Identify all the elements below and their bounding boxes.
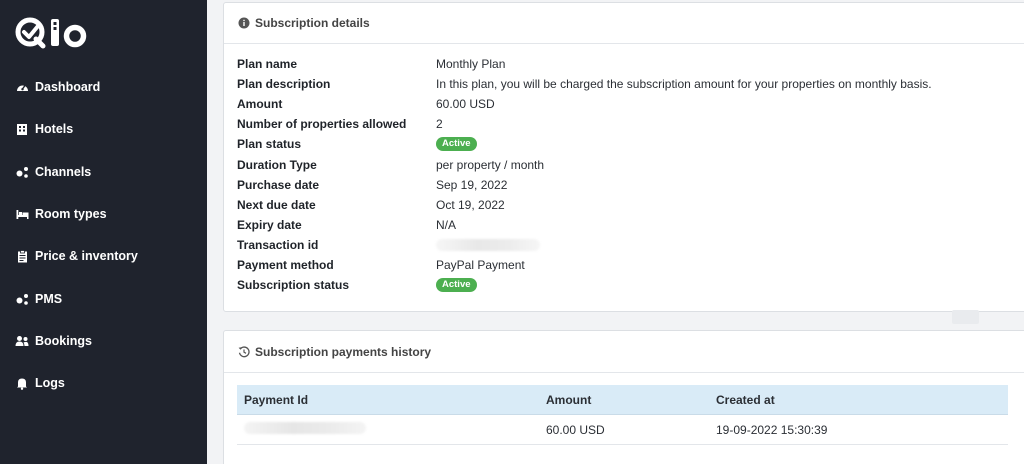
detail-row-payment-method: Payment method PayPal Payment — [237, 255, 1017, 275]
detail-row-transaction-id: Transaction id — [237, 235, 1017, 255]
cell-amount: 60.00 USD — [546, 422, 605, 437]
detail-label: Plan name — [237, 57, 298, 72]
info-icon — [238, 17, 250, 29]
detail-row-properties-allowed: Number of properties allowed 2 — [237, 114, 1017, 134]
detail-row-plan-status: Plan status Active — [237, 134, 1017, 154]
main-content: Subscription details Plan name Monthly P… — [207, 0, 1024, 464]
cell-payment-id — [237, 422, 546, 437]
detail-row-plan-name: Plan name Monthly Plan — [237, 54, 1017, 74]
sidebar-item-price-inventory[interactable]: Price & inventory — [0, 235, 207, 277]
detail-row-expiry-date: Expiry date N/A — [237, 215, 1017, 235]
redacted-transaction-id — [436, 238, 540, 251]
status-badge: Active — [436, 278, 477, 293]
detail-value: per property / month — [436, 157, 545, 172]
column-header-created-at[interactable]: Created at — [716, 393, 1008, 407]
faded-button[interactable] — [952, 310, 979, 324]
sidebar-item-hotels[interactable]: Hotels — [0, 108, 207, 150]
card-title: Subscription details — [255, 16, 370, 30]
detail-value: Oct 19, 2022 — [436, 197, 505, 212]
column-header-amount[interactable]: Amount — [546, 393, 716, 407]
card-header: Subscription payments history — [224, 331, 1024, 373]
card-header: Subscription details — [224, 3, 1024, 44]
sidebar-item-bookings[interactable]: Bookings — [0, 320, 207, 362]
detail-row-amount: Amount 60.00 USD — [237, 94, 1017, 114]
sidebar-item-label: Logs — [35, 376, 65, 391]
qlo-logo[interactable] — [14, 15, 92, 51]
detail-row-duration-type: Duration Type per property / month — [237, 154, 1017, 174]
share-nodes-icon — [15, 165, 29, 179]
sidebar-item-label: Dashboard — [35, 80, 101, 95]
dashboard-icon — [15, 80, 29, 94]
detail-label: Payment method — [237, 257, 334, 272]
detail-value: Monthly Plan — [436, 57, 506, 72]
card-title: Subscription payments history — [255, 344, 432, 359]
detail-value: PayPal Payment — [436, 257, 525, 272]
detail-label: Expiry date — [237, 217, 302, 232]
sidebar-item-label: Room types — [35, 207, 107, 222]
detail-value: N/A — [436, 217, 457, 232]
redacted-payment-id — [244, 422, 366, 434]
sidebar: Dashboard Hotels Channels Room types Pri… — [0, 0, 207, 464]
detail-value: 60.00 USD — [436, 97, 495, 112]
table-header: Payment Id Amount Created at — [237, 385, 1008, 415]
sidebar-nav: Dashboard Hotels Channels Room types Pri… — [0, 66, 207, 404]
app-root: Dashboard Hotels Channels Room types Pri… — [0, 0, 1024, 464]
detail-row-subscription-status: Subscription status Active — [237, 275, 1017, 295]
sidebar-item-channels[interactable]: Channels — [0, 151, 207, 193]
detail-label: Number of properties allowed — [237, 117, 407, 132]
detail-row-purchase-date: Purchase date Sep 19, 2022 — [237, 175, 1017, 195]
payments-table: Payment Id Amount Created at 60.00 USD 1… — [237, 385, 1008, 445]
detail-row-next-due-date: Next due date Oct 19, 2022 — [237, 195, 1017, 215]
detail-label: Purchase date — [237, 177, 320, 192]
sidebar-item-room-types[interactable]: Room types — [0, 193, 207, 235]
history-icon — [238, 345, 250, 358]
detail-list: Plan name Monthly Plan Plan description … — [237, 54, 1017, 295]
share-nodes-icon — [15, 292, 29, 306]
detail-label: Subscription status — [237, 278, 350, 293]
bed-icon — [15, 207, 29, 221]
clipboard-icon — [15, 249, 29, 263]
detail-label: Duration Type — [237, 157, 317, 172]
sidebar-item-label: PMS — [35, 291, 63, 306]
bell-icon — [15, 376, 29, 390]
payments-history-card: Subscription payments history Payment Id… — [223, 330, 1024, 464]
table-row: 60.00 USD 19-09-2022 15:30:39 — [237, 415, 1008, 445]
sidebar-item-logs[interactable]: Logs — [0, 362, 207, 404]
sidebar-item-label: Hotels — [35, 122, 74, 137]
sidebar-item-label: Price & inventory — [35, 249, 138, 264]
sidebar-item-label: Channels — [35, 164, 92, 179]
detail-label: Plan status — [237, 137, 302, 152]
column-header-payment-id[interactable]: Payment Id — [237, 393, 546, 407]
subscription-details-card: Subscription details Plan name Monthly P… — [223, 2, 1024, 312]
status-badge: Active — [436, 137, 477, 152]
cell-created-at: 19-09-2022 15:30:39 — [716, 422, 828, 437]
detail-value: Sep 19, 2022 — [436, 177, 508, 192]
sidebar-item-dashboard[interactable]: Dashboard — [0, 66, 207, 108]
detail-label: Next due date — [237, 197, 316, 212]
sidebar-item-pms[interactable]: PMS — [0, 277, 207, 319]
building-icon — [15, 122, 29, 136]
detail-value: 2 — [436, 117, 443, 132]
detail-value: In this plan, you will be charged the su… — [436, 77, 932, 92]
detail-label: Transaction id — [237, 237, 319, 252]
sidebar-item-label: Bookings — [35, 333, 92, 348]
users-icon — [15, 334, 29, 348]
detail-label: Amount — [237, 97, 283, 112]
detail-label: Plan description — [237, 77, 331, 92]
detail-row-plan-description: Plan description In this plan, you will … — [237, 74, 1017, 94]
